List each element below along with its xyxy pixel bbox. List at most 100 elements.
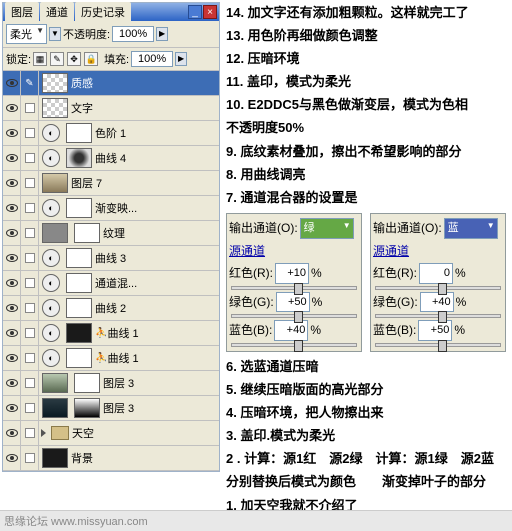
fill-arrow-icon[interactable]: ▶ bbox=[175, 52, 187, 66]
visibility-toggle[interactable] bbox=[3, 146, 21, 171]
link-cell[interactable] bbox=[21, 196, 39, 221]
layer-row[interactable]: ◐曲线 2 bbox=[3, 296, 219, 321]
link-cell[interactable]: ✎ bbox=[21, 71, 39, 96]
layer-name: 纹理 bbox=[103, 225, 219, 241]
link-cell[interactable] bbox=[21, 221, 39, 246]
tab-history[interactable]: 历史记录 bbox=[75, 2, 131, 22]
link-cell[interactable] bbox=[21, 296, 39, 321]
link-cell[interactable] bbox=[21, 121, 39, 146]
layer-row[interactable]: ◐⛹曲线 1 bbox=[3, 321, 219, 346]
eye-icon bbox=[6, 229, 18, 237]
red-value[interactable]: +10 bbox=[275, 263, 309, 284]
visibility-toggle[interactable] bbox=[3, 371, 21, 396]
visibility-toggle[interactable] bbox=[3, 96, 21, 121]
output-select-green[interactable]: 绿 bbox=[300, 218, 354, 239]
output-channel-label: 输出通道(O): bbox=[373, 218, 442, 238]
visibility-toggle[interactable] bbox=[3, 196, 21, 221]
green-value[interactable]: +50 bbox=[276, 292, 310, 313]
layer-row[interactable]: ◐渐变映... bbox=[3, 196, 219, 221]
visibility-toggle[interactable] bbox=[3, 296, 21, 321]
link-cell[interactable] bbox=[21, 396, 39, 421]
layer-name: 图层 3 bbox=[103, 400, 219, 416]
layer-name: 图层 7 bbox=[71, 175, 219, 191]
layer-row[interactable]: ◐色阶 1 bbox=[3, 121, 219, 146]
layer-name: 色阶 1 bbox=[95, 125, 219, 141]
visibility-toggle[interactable] bbox=[3, 246, 21, 271]
layer-name: 通道混... bbox=[95, 275, 219, 291]
pct: % bbox=[456, 292, 467, 312]
layer-list: ✎质感文字 ◐色阶 1◐曲线 4 图层 7 ◐渐变映... 纹理 ◐曲线 3◐通道混...… bbox=[3, 71, 219, 471]
visibility-toggle[interactable] bbox=[3, 71, 21, 96]
blue-value[interactable]: +50 bbox=[418, 320, 452, 341]
visibility-toggle[interactable] bbox=[3, 171, 21, 196]
visibility-toggle[interactable] bbox=[3, 446, 21, 471]
layer-row[interactable]: ◐⛹曲线 1 bbox=[3, 346, 219, 371]
green-label: 绿色(G): bbox=[373, 292, 418, 312]
visibility-toggle[interactable] bbox=[3, 346, 21, 371]
pct: % bbox=[455, 263, 466, 283]
visibility-toggle[interactable] bbox=[3, 271, 21, 296]
blend-mode-select[interactable]: 柔光 bbox=[6, 24, 47, 44]
layer-row[interactable]: 文字 bbox=[3, 96, 219, 121]
link-cell[interactable] bbox=[21, 321, 39, 346]
visibility-toggle[interactable] bbox=[3, 221, 21, 246]
blue-slider[interactable] bbox=[375, 343, 501, 347]
eye-icon bbox=[6, 179, 18, 187]
link-cell[interactable] bbox=[21, 96, 39, 121]
layer-row[interactable]: 图层 7 bbox=[3, 171, 219, 196]
layer-row[interactable]: ◐曲线 3 bbox=[3, 246, 219, 271]
link-cell[interactable] bbox=[21, 171, 39, 196]
layer-row[interactable]: ◐通道混... bbox=[3, 271, 219, 296]
link-cell[interactable] bbox=[21, 271, 39, 296]
layer-row[interactable]: 图层 3 bbox=[3, 371, 219, 396]
layer-name: 文字 bbox=[71, 100, 219, 116]
red-slider[interactable] bbox=[231, 286, 357, 290]
eye-icon bbox=[6, 104, 18, 112]
layer-row[interactable]: 天空 bbox=[3, 421, 219, 446]
red-value[interactable]: 0 bbox=[419, 263, 453, 284]
output-select-blue[interactable]: 蓝 bbox=[444, 218, 498, 239]
red-slider[interactable] bbox=[375, 286, 501, 290]
layer-row[interactable]: ✎质感 bbox=[3, 71, 219, 96]
link-cell[interactable] bbox=[21, 446, 39, 471]
opacity-arrow-icon[interactable]: ▶ bbox=[156, 27, 168, 41]
pct: % bbox=[310, 320, 321, 340]
visibility-toggle[interactable] bbox=[3, 421, 21, 446]
green-value[interactable]: +40 bbox=[420, 292, 454, 313]
layer-row[interactable]: 纹理 bbox=[3, 221, 219, 246]
close-icon[interactable]: × bbox=[203, 5, 217, 19]
step-text: 4. 压暗环境，把人物擦出来 bbox=[226, 402, 510, 424]
layer-name: 图层 3 bbox=[103, 375, 219, 391]
green-slider[interactable] bbox=[375, 314, 501, 318]
blue-value[interactable]: +40 bbox=[274, 320, 308, 341]
link-cell[interactable] bbox=[21, 421, 39, 446]
eye-icon bbox=[6, 429, 18, 437]
blue-slider[interactable] bbox=[231, 343, 357, 347]
visibility-toggle[interactable] bbox=[3, 321, 21, 346]
layer-row[interactable]: ◐曲线 4 bbox=[3, 146, 219, 171]
link-cell[interactable] bbox=[21, 246, 39, 271]
eye-icon bbox=[6, 254, 18, 262]
link-cell[interactable] bbox=[21, 146, 39, 171]
step-text: 13. 用色阶再细做颜色调整 bbox=[226, 25, 510, 47]
channel-mixer: 输出通道(O):绿 源通道 红色(R):+10% 绿色(G):+50% 蓝色(B… bbox=[226, 213, 510, 352]
eye-icon bbox=[6, 379, 18, 387]
layer-row[interactable]: 图层 3 bbox=[3, 396, 219, 421]
lock-transparency-icon[interactable]: ▦ bbox=[33, 52, 47, 66]
minimize-icon[interactable]: _ bbox=[188, 5, 202, 19]
layer-row[interactable]: 背景 bbox=[3, 446, 219, 471]
lock-all-icon[interactable]: 🔒 bbox=[84, 52, 98, 66]
link-cell[interactable] bbox=[21, 346, 39, 371]
step-text: 10. E2DDC5与黑色做渐变层，模式为色相 bbox=[226, 94, 510, 116]
visibility-toggle[interactable] bbox=[3, 396, 21, 421]
visibility-toggle[interactable] bbox=[3, 121, 21, 146]
lock-brush-icon[interactable]: ✎ bbox=[50, 52, 64, 66]
tab-channels[interactable]: 通道 bbox=[40, 2, 74, 22]
green-slider[interactable] bbox=[231, 314, 357, 318]
blend-arrow-icon[interactable]: ▼ bbox=[49, 27, 61, 41]
link-cell[interactable] bbox=[21, 371, 39, 396]
lock-move-icon[interactable]: ✥ bbox=[67, 52, 81, 66]
opacity-input[interactable]: 100% bbox=[112, 26, 154, 42]
fill-input[interactable]: 100% bbox=[131, 51, 173, 67]
tab-layers[interactable]: 图层 bbox=[5, 2, 39, 22]
